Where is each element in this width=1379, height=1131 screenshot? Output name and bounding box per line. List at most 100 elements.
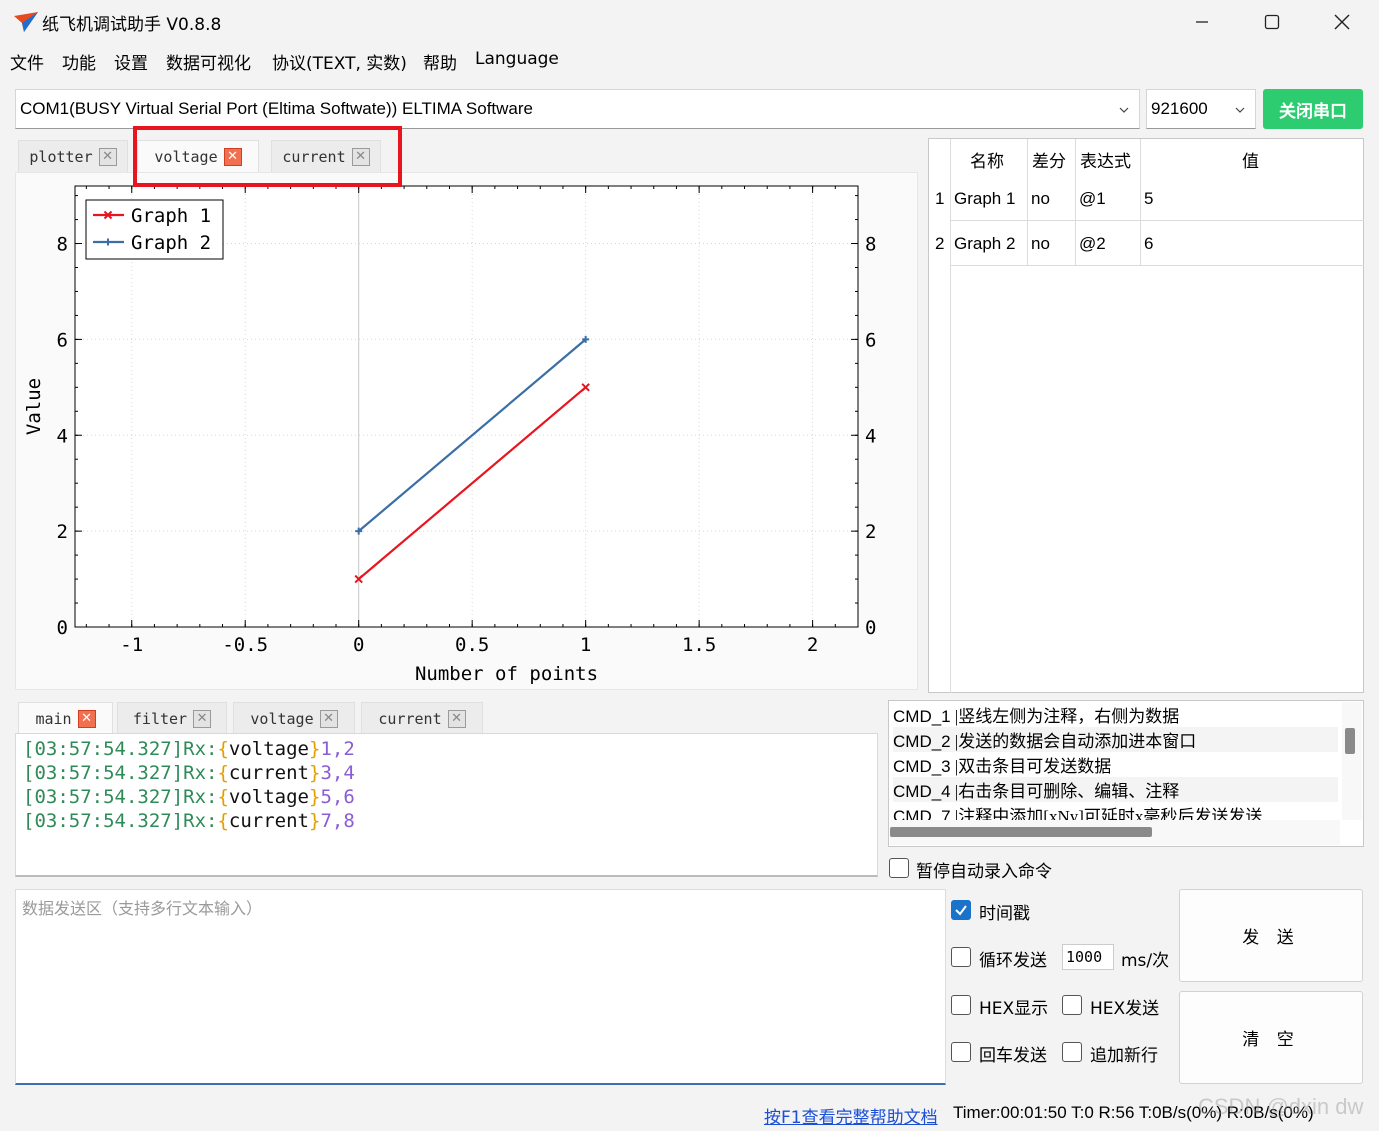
log-line: [03:57:54.327]Rx:{current}7,8: [23, 810, 355, 832]
list-item[interactable]: CMD_1 |竖线左侧为注释，右侧为数据: [893, 702, 1338, 727]
row-divider: [950, 220, 1364, 221]
chevron-down-icon: [1119, 107, 1129, 113]
header-name[interactable]: 名称: [970, 147, 1004, 172]
log-line: [03:57:54.327]Rx:{voltage}1,2: [23, 738, 355, 760]
legend-label: Graph 2: [131, 232, 211, 254]
enter-send-checkbox[interactable]: [951, 1042, 971, 1062]
window-title: 纸飞机调试助手 V0.8.8: [42, 15, 222, 35]
y-tick-label: 0: [57, 617, 68, 639]
close-icon[interactable]: ✕: [319, 709, 338, 728]
append-newline-checkbox[interactable]: [1062, 1042, 1082, 1062]
clear-button[interactable]: 清 空: [1179, 991, 1363, 1084]
close-icon[interactable]: ✕: [77, 710, 96, 728]
list-item[interactable]: CMD_3 |双击条目可发送数据: [893, 752, 1338, 777]
table-cell-diff[interactable]: no: [1031, 189, 1050, 209]
menu-settings[interactable]: 设置: [114, 49, 148, 74]
log-timestamp: [03:57:54.327]Rx:: [23, 762, 218, 784]
close-button[interactable]: [1307, 0, 1377, 44]
menu-file[interactable]: 文件: [10, 49, 44, 74]
list-item[interactable]: CMD_4 |右击条目可删除、编辑、注释: [893, 777, 1338, 802]
tab-label: plotter: [29, 147, 93, 166]
y-tick-label: 8: [57, 234, 68, 256]
close-port-button[interactable]: 关闭串口: [1263, 89, 1363, 129]
pause-record-checkbox[interactable]: [889, 858, 909, 878]
timestamp-label: 时间戳: [979, 904, 1030, 924]
y2-tick-label: 2: [865, 521, 876, 543]
log-channel: current: [228, 810, 309, 832]
tab-filter[interactable]: filter ✕: [117, 702, 227, 734]
tab-main[interactable]: main ✕: [18, 702, 113, 735]
menu-language[interactable]: Language: [475, 49, 559, 69]
loop-send-checkbox[interactable]: [951, 947, 971, 967]
x-tick-label: 0: [353, 634, 364, 656]
x-tick-label: -1: [120, 634, 143, 656]
hex-send-checkbox[interactable]: [1062, 995, 1082, 1015]
close-icon: [1334, 14, 1350, 30]
x-tick-label: 1.5: [682, 634, 716, 656]
y-tick-label: 4: [57, 425, 68, 447]
x-tick-label: -0.5: [222, 634, 268, 656]
header-value[interactable]: 值: [1242, 147, 1259, 172]
menu-function[interactable]: 功能: [62, 49, 96, 74]
table-cell-value[interactable]: 5: [1144, 189, 1153, 209]
timestamp-checkbox[interactable]: [951, 900, 971, 920]
line-chart[interactable]: -1 -0.5 0 0.5 1 1.5 2 0 0 2 2 4 4 6 6 8 8 Graph 1 Graph 2 N…: [16, 173, 919, 691]
close-icon[interactable]: ✕: [98, 147, 117, 166]
close-icon[interactable]: ✕: [447, 709, 466, 728]
log-timestamp: [03:57:54.327]Rx:: [23, 786, 218, 808]
cmd-comment: |注释中添加[xNy]可延时x毫秒后发送发送: [954, 807, 1263, 820]
y2-tick-label: 4: [865, 425, 876, 447]
tab-label: filter: [132, 709, 188, 728]
row-index: 1: [935, 189, 945, 208]
hex-display-label: HEX显示: [979, 999, 1049, 1019]
table-cell-expr[interactable]: @2: [1079, 234, 1106, 254]
hex-display-checkbox[interactable]: [951, 995, 971, 1015]
minimize-button[interactable]: [1167, 0, 1237, 44]
list-item[interactable]: CMD_7 |注释中添加[xNy]可延时x毫秒后发送发送: [893, 802, 1338, 820]
plot-pane: -1 -0.5 0 0.5 1 1.5 2 0 0 2 2 4 4 6 6 8 8 Graph 1 Graph 2 N…: [15, 172, 918, 690]
tab-plotter[interactable]: plotter ✕: [18, 140, 128, 172]
header-expr[interactable]: 表达式: [1080, 147, 1131, 172]
horizontal-scrollbar[interactable]: [890, 820, 1340, 845]
maximize-button[interactable]: [1237, 0, 1307, 44]
help-link[interactable]: 按F1查看完整帮助文档: [764, 1103, 938, 1128]
log-line: [03:57:54.327]Rx:{voltage}5,6: [23, 786, 355, 808]
menu-bar: 文件 功能 设置 数据可视化 协议(TEXT, 实数) 帮助 Language: [0, 44, 1379, 76]
table-cell-name[interactable]: Graph 1: [954, 189, 1015, 209]
header-diff[interactable]: 差分: [1032, 147, 1066, 172]
x-tick-label: 0.5: [455, 634, 489, 656]
log-brace: }: [309, 786, 321, 808]
menu-visualization[interactable]: 数据可视化: [166, 49, 251, 74]
tab-label: current: [378, 709, 442, 728]
send-button[interactable]: 发 送: [1179, 889, 1363, 982]
vertical-scrollbar[interactable]: [1342, 702, 1362, 820]
enter-send-label: 回车发送: [979, 1046, 1047, 1066]
baud-select[interactable]: 921600: [1146, 89, 1256, 129]
port-select[interactable]: COM1(BUSY Virtual Serial Port (Eltima So…: [15, 89, 1140, 129]
receive-log[interactable]: [03:57:54.327]Rx:{voltage}1,2 [03:57:54.…: [15, 733, 878, 877]
loop-interval-input[interactable]: 1000: [1062, 944, 1114, 970]
table-cell-diff[interactable]: no: [1031, 234, 1050, 254]
list-item[interactable]: CMD_2 |发送的数据会自动添加进本窗口: [893, 727, 1338, 752]
log-brace: {: [217, 762, 229, 784]
variable-table: 名称 差分 表达式 值 1 Graph 1 no @1 5 2 Graph 2 …: [928, 138, 1364, 693]
menu-protocol[interactable]: 协议(TEXT, 实数): [272, 49, 407, 74]
table-cell-value[interactable]: 6: [1144, 234, 1153, 254]
close-icon[interactable]: ✕: [193, 709, 212, 728]
scrollbar-thumb[interactable]: [890, 827, 1152, 837]
log-brace: {: [217, 738, 229, 760]
tab-voltage[interactable]: voltage ✕: [233, 702, 355, 734]
table-cell-expr[interactable]: @1: [1079, 189, 1106, 209]
loop-send-label: 循环发送: [979, 951, 1047, 971]
send-textarea[interactable]: 数据发送区（支持多行文本输入）: [15, 889, 946, 1085]
check-icon: [955, 905, 967, 916]
scrollbar-thumb[interactable]: [1345, 728, 1355, 754]
send-placeholder: 数据发送区（支持多行文本输入）: [22, 901, 263, 918]
menu-help[interactable]: 帮助: [423, 49, 457, 74]
log-line: [03:57:54.327]Rx:{current}3,4: [23, 762, 355, 784]
log-timestamp: [03:57:54.327]Rx:: [23, 738, 218, 760]
table-cell-name[interactable]: Graph 2: [954, 234, 1015, 254]
tab-current[interactable]: current ✕: [361, 702, 483, 734]
cmd-comment: |竖线左侧为注释，右侧为数据: [954, 707, 1180, 726]
cmd-comment: |双击条目可发送数据: [954, 757, 1112, 776]
